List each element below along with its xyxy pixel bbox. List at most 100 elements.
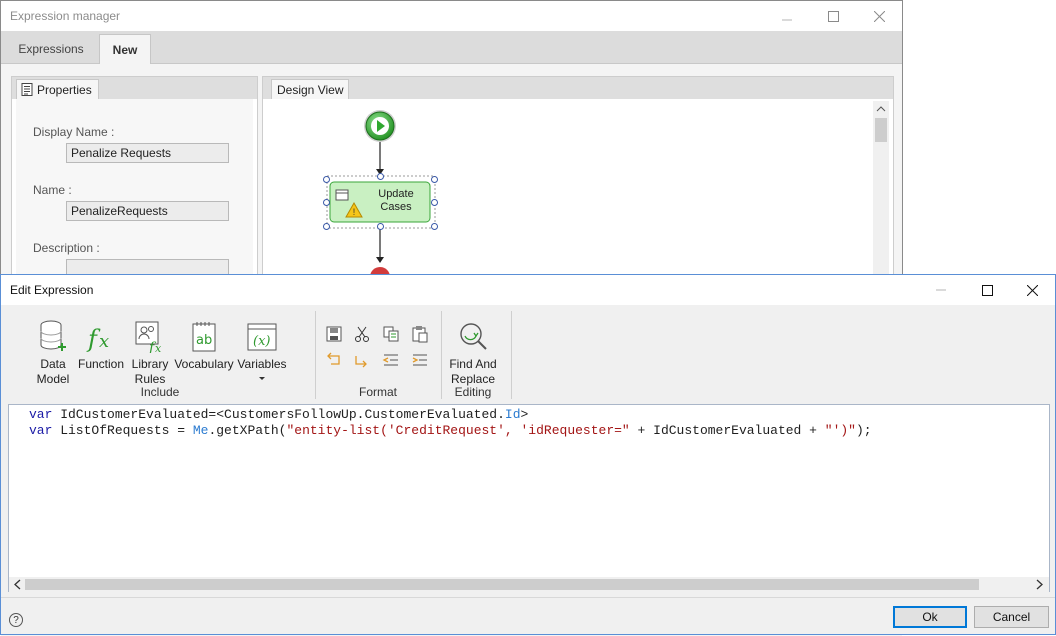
tab-new[interactable]: New bbox=[99, 34, 151, 64]
name-label: Name : bbox=[33, 183, 72, 197]
maximize-icon bbox=[827, 10, 839, 22]
cancel-button[interactable]: Cancel bbox=[974, 606, 1049, 628]
design-view-header bbox=[263, 77, 893, 99]
design-view-vscroll[interactable] bbox=[873, 101, 889, 277]
tab-expressions[interactable]: Expressions bbox=[9, 34, 93, 64]
start-event[interactable] bbox=[364, 110, 396, 142]
svg-text:x: x bbox=[99, 331, 109, 352]
chevron-down-icon[interactable] bbox=[258, 376, 266, 382]
help-icon[interactable]: ? bbox=[9, 613, 23, 627]
save-icon[interactable] bbox=[325, 325, 343, 343]
task-label-line1: Update bbox=[378, 188, 414, 200]
display-name-field[interactable]: Penalize Requests bbox=[66, 143, 229, 163]
code-text: ); bbox=[856, 423, 872, 438]
format-group-label: Format bbox=[358, 385, 397, 399]
find-and-replace-label: Find And Replace bbox=[449, 357, 497, 386]
code-keyword: var bbox=[29, 407, 53, 422]
description-label: Description : bbox=[33, 241, 100, 255]
function-button[interactable]: f x Function bbox=[77, 315, 125, 372]
indent-icon[interactable] bbox=[411, 351, 429, 369]
code-text: > bbox=[520, 407, 529, 422]
tab-design-view[interactable]: Design View bbox=[271, 79, 350, 99]
scroll-left-icon[interactable] bbox=[13, 579, 23, 590]
minimize-icon bbox=[782, 19, 792, 21]
svg-text:(x): (x) bbox=[253, 334, 270, 349]
code-string: "entity-list('CreditRequest', 'idRequest… bbox=[286, 423, 630, 438]
data-model-label: Data Model bbox=[36, 357, 70, 386]
find-replace-icon bbox=[460, 323, 487, 350]
tab-properties-label: Properties bbox=[37, 82, 92, 97]
expression-code-editor[interactable]: var IdCustomerEvaluated=<CustomersFollow… bbox=[8, 404, 1050, 592]
variables-icon: (x) bbox=[247, 323, 277, 351]
close-icon bbox=[1026, 284, 1038, 296]
vocabulary-icon: ab bbox=[192, 322, 216, 352]
code-member: Me bbox=[192, 423, 209, 438]
undo-icon[interactable] bbox=[325, 351, 343, 369]
scroll-up-icon[interactable] bbox=[873, 103, 889, 115]
resize-handle[interactable] bbox=[431, 199, 438, 206]
display-name-label: Display Name : bbox=[33, 125, 115, 139]
variables-button[interactable]: (x) Variables bbox=[235, 315, 289, 382]
function-fx-icon: f x bbox=[86, 325, 109, 353]
resize-handle[interactable] bbox=[323, 176, 330, 183]
code-line-2: var ListOfRequests = Me.getXPath("entity… bbox=[29, 423, 872, 438]
cut-icon[interactable] bbox=[353, 325, 371, 343]
code-text: + IdCustomerEvaluated + bbox=[629, 423, 825, 438]
find-and-replace-button[interactable]: Find And Replace bbox=[445, 315, 501, 387]
resize-handle[interactable] bbox=[323, 223, 330, 230]
hscroll-thumb[interactable] bbox=[25, 579, 979, 590]
paste-icon[interactable] bbox=[411, 325, 429, 343]
vocabulary-button[interactable]: ab Vocabulary bbox=[174, 315, 234, 372]
resize-handle[interactable] bbox=[431, 223, 438, 230]
outdent-icon[interactable] bbox=[382, 351, 400, 369]
code-text: .getXPath( bbox=[208, 423, 287, 438]
tab-properties[interactable]: Properties bbox=[16, 79, 99, 99]
task-label: Update Cases bbox=[369, 188, 423, 214]
resize-handle[interactable] bbox=[377, 173, 384, 180]
copy-icon[interactable] bbox=[382, 325, 400, 343]
name-field[interactable]: PenalizeRequests bbox=[66, 201, 229, 221]
maximize-button[interactable] bbox=[810, 1, 856, 31]
minimize-button[interactable] bbox=[918, 275, 964, 305]
maximize-button[interactable] bbox=[964, 275, 1010, 305]
vscroll-thumb[interactable] bbox=[875, 118, 887, 142]
database-icon bbox=[40, 320, 66, 351]
code-member: Id bbox=[504, 407, 521, 422]
scroll-right-icon[interactable] bbox=[1034, 579, 1044, 590]
code-text: ListOfRequests = bbox=[52, 423, 193, 438]
dialog-title: Edit Expression bbox=[10, 283, 94, 297]
redo-icon[interactable] bbox=[353, 351, 371, 369]
data-model-button[interactable]: Data Model bbox=[31, 315, 75, 387]
include-group-label: Include bbox=[140, 385, 180, 399]
close-icon bbox=[873, 10, 885, 22]
maximize-icon bbox=[981, 284, 993, 296]
minimize-icon bbox=[936, 289, 946, 291]
edit-expression-titlebar: Edit Expression bbox=[1, 275, 1055, 305]
svg-text:ab: ab bbox=[196, 333, 212, 348]
library-rules-button[interactable]: f x Library Rules bbox=[125, 315, 175, 387]
code-string: "')" bbox=[824, 423, 856, 438]
minimize-button[interactable] bbox=[764, 1, 810, 31]
resize-handle[interactable] bbox=[323, 199, 330, 206]
ribbon-separator bbox=[511, 311, 512, 399]
svg-text:!: ! bbox=[353, 207, 356, 217]
resize-handle[interactable] bbox=[431, 176, 438, 183]
ok-button[interactable]: Ok bbox=[893, 606, 967, 628]
properties-icon bbox=[21, 83, 33, 96]
close-button[interactable] bbox=[1009, 275, 1055, 305]
ribbon-separator bbox=[315, 311, 316, 399]
library-rules-icon: f x bbox=[135, 321, 162, 353]
editing-group-label: Editing bbox=[454, 385, 492, 399]
library-rules-label: Library Rules bbox=[131, 357, 169, 386]
resize-handle[interactable] bbox=[377, 223, 384, 230]
expression-manager-titlebar: Expression manager bbox=[1, 1, 902, 31]
footer-divider bbox=[1, 597, 1055, 598]
close-button[interactable] bbox=[856, 1, 902, 31]
variables-label: Variables bbox=[237, 357, 287, 371]
function-label: Function bbox=[77, 357, 125, 371]
ribbon-toolbar: Data Model f x Function f x Library Rule… bbox=[7, 309, 1049, 401]
task-label-line2: Cases bbox=[380, 201, 412, 213]
window-title: Expression manager bbox=[10, 9, 121, 23]
vocabulary-label: Vocabulary bbox=[174, 357, 234, 371]
svg-text:x: x bbox=[155, 342, 162, 353]
